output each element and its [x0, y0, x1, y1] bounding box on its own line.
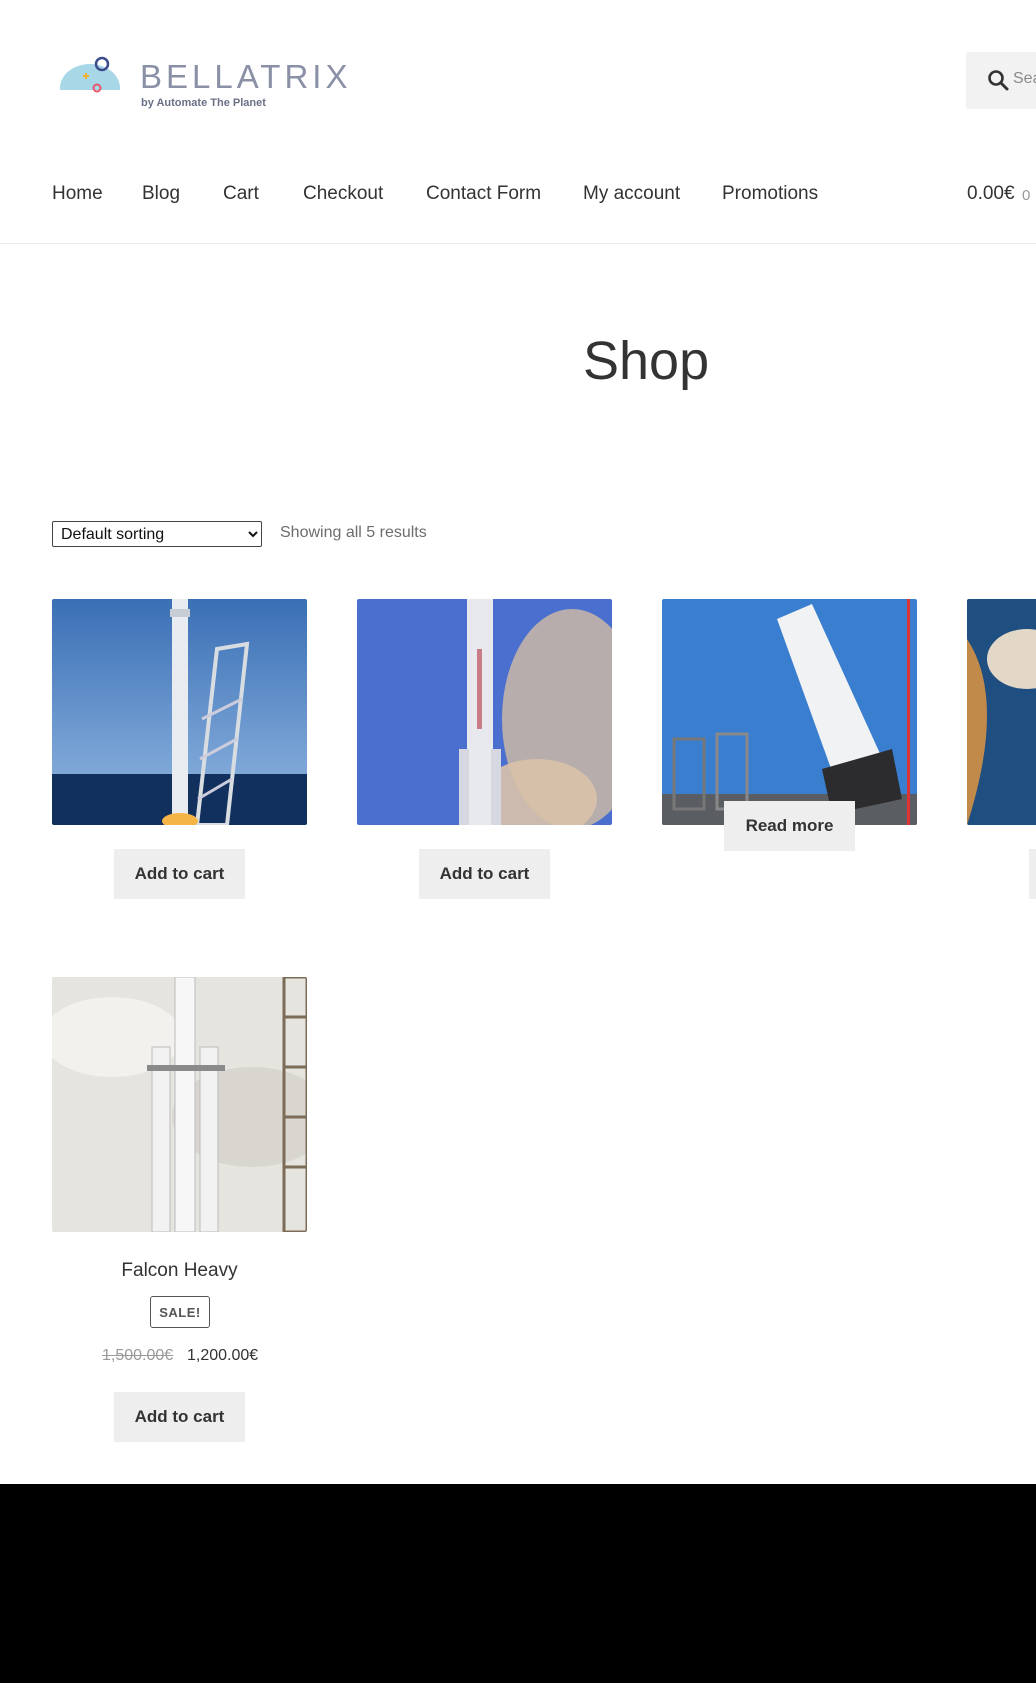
add-to-cart-button[interactable]: Add to cart [114, 849, 245, 899]
nav-item-my-account[interactable]: My account [583, 183, 680, 205]
logo-subtitle: by Automate The Planet [141, 97, 266, 109]
product-image-2[interactable] [357, 599, 612, 825]
nav-item-home[interactable]: Home [52, 183, 103, 205]
nav-item-promotions[interactable]: Promotions [722, 183, 818, 205]
page-title: Shop [583, 331, 710, 391]
product-image-4[interactable] [967, 599, 1036, 825]
cart-total[interactable]: 0.00€ [967, 183, 1015, 205]
add-to-cart-button[interactable]: Add to cart [114, 1392, 245, 1442]
nav-item-contact-form[interactable]: Contact Form [426, 183, 541, 205]
nav-item-checkout[interactable]: Checkout [303, 183, 383, 205]
add-to-cart-button[interactable] [1029, 849, 1036, 899]
sort-select[interactable]: Default sorting [52, 521, 262, 547]
search-icon [988, 70, 1009, 91]
product-image-3[interactable] [662, 599, 917, 825]
read-more-button[interactable]: Read more [724, 801, 855, 851]
cart-count[interactable]: 0 [1022, 187, 1030, 204]
sale-price: 1,200.00€ [187, 1347, 259, 1364]
add-to-cart-button[interactable]: Add to cart [419, 849, 550, 899]
product-image-falcon-heavy[interactable] [52, 977, 307, 1232]
old-price: 1,500.00€ [102, 1347, 174, 1364]
sale-badge: SALE! [150, 1296, 210, 1328]
nav-item-cart[interactable]: Cart [223, 183, 259, 205]
page: BELLATRIX by Automate The Planet Sea Hom… [0, 0, 1036, 1484]
product-title[interactable]: Falcon Heavy [52, 1260, 307, 1282]
search-placeholder: Sea [1013, 70, 1036, 87]
product-image-1[interactable] [52, 599, 307, 825]
logo-text: BELLATRIX [140, 58, 352, 95]
result-count: Showing all 5 results [280, 524, 427, 541]
header-divider [0, 243, 1036, 244]
search-input[interactable]: Sea [966, 52, 1036, 109]
nav-item-blog[interactable]: Blog [142, 183, 180, 205]
